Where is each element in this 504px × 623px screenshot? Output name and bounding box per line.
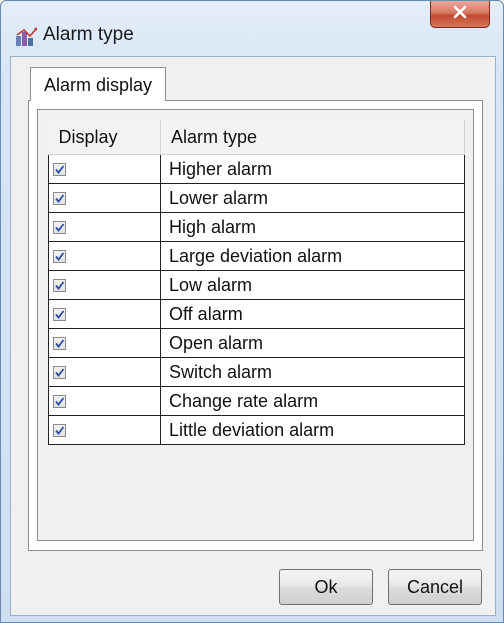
checkmark-icon: [55, 281, 65, 291]
display-checkbox[interactable]: [53, 337, 66, 351]
display-cell: [48, 241, 161, 271]
alarm-app-icon: [15, 27, 38, 47]
checkmark-icon: [55, 310, 65, 320]
display-checkbox[interactable]: [53, 395, 66, 409]
table-row[interactable]: Change rate alarm: [48, 386, 465, 416]
table-row[interactable]: Large deviation alarm: [48, 241, 465, 271]
display-cell: [48, 357, 161, 387]
display-checkbox[interactable]: [53, 163, 66, 177]
display-checkbox[interactable]: [53, 308, 66, 322]
checkmark-icon: [55, 397, 65, 407]
close-x-icon: [452, 5, 468, 24]
checkmark-icon: [55, 339, 65, 349]
table-row[interactable]: Switch alarm: [48, 357, 465, 387]
table-row[interactable]: Higher alarm: [48, 154, 465, 184]
alarm-type-cell[interactable]: Higher alarm: [160, 154, 465, 184]
alarm-grid[interactable]: Display Alarm type Higher alarm Lower ala…: [37, 109, 474, 541]
column-header-display[interactable]: Display: [48, 120, 161, 155]
alarm-type-cell[interactable]: Lower alarm: [160, 183, 465, 213]
alarm-type-cell[interactable]: Open alarm: [160, 328, 465, 358]
title-bar[interactable]: Alarm type: [1, 1, 503, 63]
alarm-type-cell[interactable]: Low alarm: [160, 270, 465, 300]
display-cell: [48, 299, 161, 329]
checkmark-icon: [55, 194, 65, 204]
table-row[interactable]: Open alarm: [48, 328, 465, 358]
display-checkbox[interactable]: [53, 366, 66, 380]
checkmark-icon: [55, 368, 65, 378]
display-cell: [48, 328, 161, 358]
display-cell: [48, 183, 161, 213]
display-cell: [48, 386, 161, 416]
display-cell: [48, 212, 161, 242]
alarm-type-dialog: Alarm type Alarm display Display Alarm t…: [0, 0, 504, 623]
alarm-type-cell[interactable]: Change rate alarm: [160, 386, 465, 416]
dialog-body: Alarm display Display Alarm type Higher …: [10, 56, 496, 616]
display-checkbox[interactable]: [53, 192, 66, 206]
display-cell: [48, 154, 161, 184]
alarm-type-cell[interactable]: High alarm: [160, 212, 465, 242]
table-row[interactable]: Lower alarm: [48, 183, 465, 213]
window-title: Alarm type: [43, 24, 134, 45]
tab-panel: Display Alarm type Higher alarm Lower ala…: [28, 100, 483, 551]
display-checkbox[interactable]: [53, 424, 66, 438]
table-header-row: Display Alarm type: [48, 120, 465, 155]
table-row[interactable]: Low alarm: [48, 270, 465, 300]
alarm-type-cell[interactable]: Off alarm: [160, 299, 465, 329]
display-cell: [48, 415, 161, 445]
table-row[interactable]: High alarm: [48, 212, 465, 242]
tab-alarm-display[interactable]: Alarm display: [30, 67, 167, 101]
column-header-alarm-type[interactable]: Alarm type: [160, 120, 465, 155]
checkmark-icon: [55, 252, 65, 262]
display-cell: [48, 270, 161, 300]
alarm-type-cell[interactable]: Switch alarm: [160, 357, 465, 387]
alarm-type-cell[interactable]: Little deviation alarm: [160, 415, 465, 445]
display-checkbox[interactable]: [53, 221, 66, 235]
display-checkbox[interactable]: [53, 250, 66, 264]
alarm-type-cell[interactable]: Large deviation alarm: [160, 241, 465, 271]
checkmark-icon: [55, 165, 65, 175]
ok-button[interactable]: Ok: [279, 569, 373, 605]
checkmark-icon: [55, 426, 65, 436]
cancel-button[interactable]: Cancel: [388, 569, 482, 605]
table-row[interactable]: Off alarm: [48, 299, 465, 329]
checkmark-icon: [55, 223, 65, 233]
close-button[interactable]: [430, 1, 490, 28]
display-checkbox[interactable]: [53, 279, 66, 293]
table-row[interactable]: Little deviation alarm: [48, 415, 465, 445]
alarm-table: Display Alarm type Higher alarm Lower ala…: [48, 120, 465, 445]
